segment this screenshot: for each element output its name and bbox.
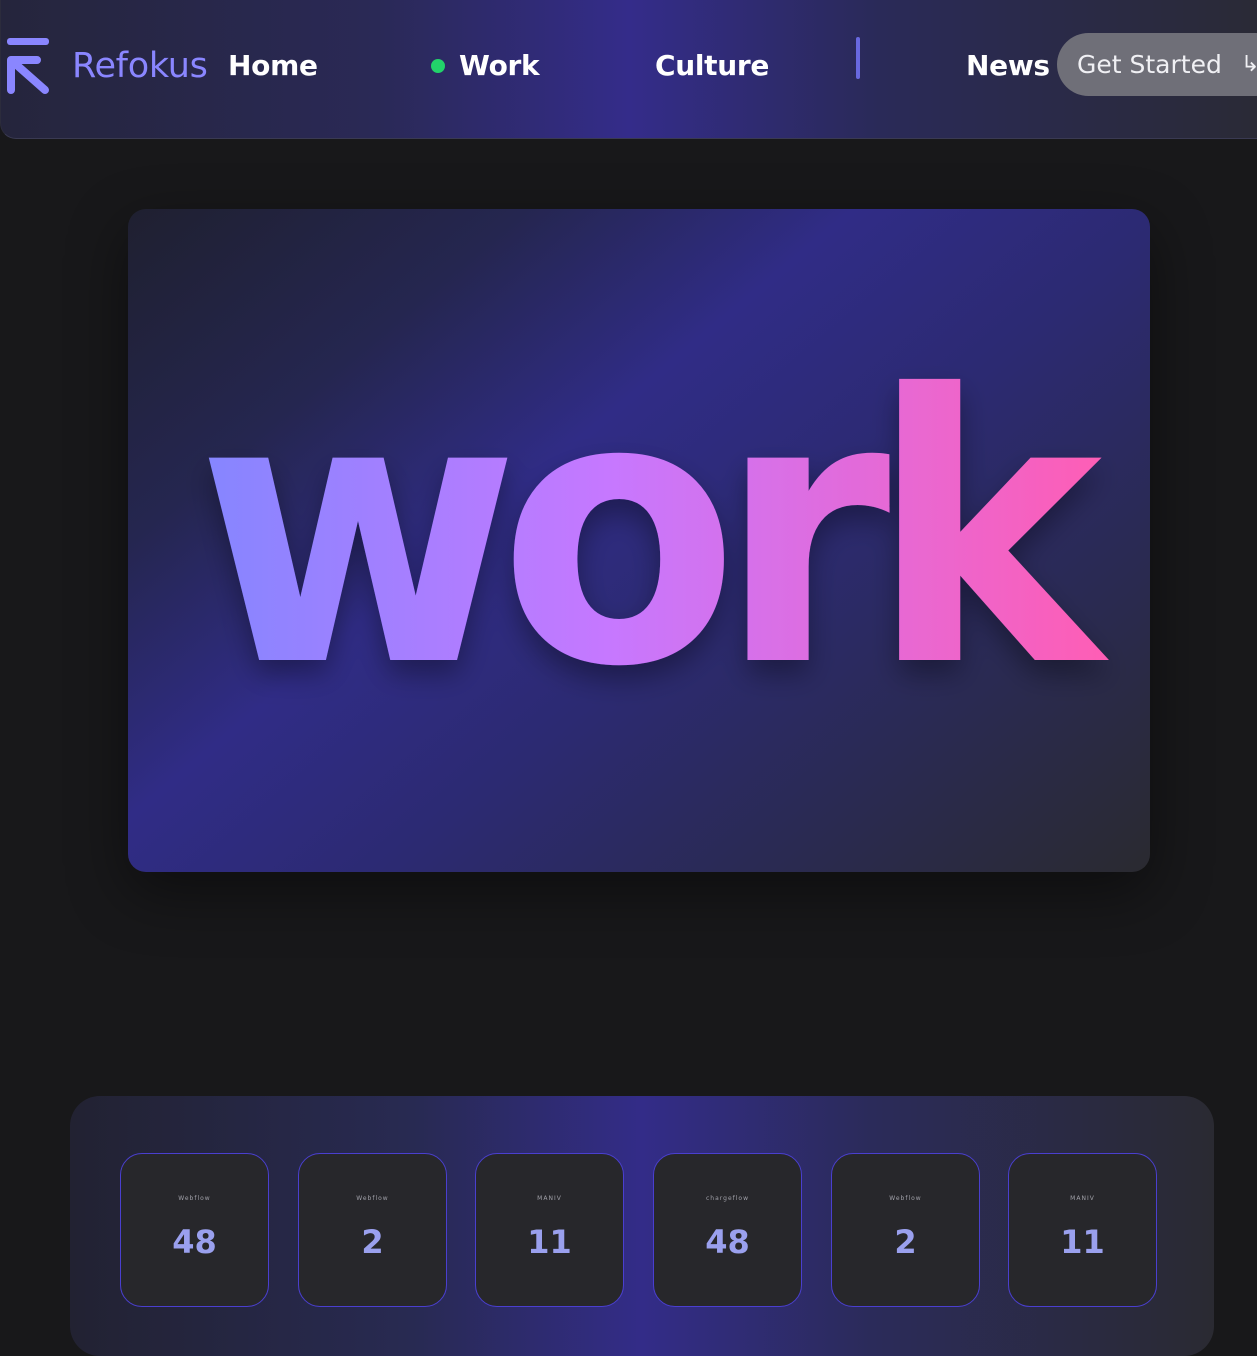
- active-indicator-dot: [431, 59, 445, 73]
- client-card[interactable]: Webflow 48: [120, 1153, 269, 1307]
- client-logo: Webflow: [356, 1195, 389, 1202]
- client-card[interactable]: chargeflow 48: [653, 1153, 802, 1307]
- hero-word-graphic: work: [197, 318, 1133, 748]
- nav-divider: [856, 37, 860, 79]
- client-count: 11: [1060, 1223, 1105, 1261]
- logo-arrow-icon[interactable]: [5, 36, 51, 94]
- top-navigation: Refokus Home Work Culture News Get Start…: [0, 0, 1257, 139]
- client-card[interactable]: Webflow 2: [831, 1153, 980, 1307]
- client-card[interactable]: MANIV 11: [1008, 1153, 1157, 1307]
- client-card[interactable]: MANIV 11: [475, 1153, 624, 1307]
- client-logo: Webflow: [889, 1195, 922, 1202]
- nav-link-home[interactable]: Home: [228, 46, 318, 86]
- client-stats-section: Webflow 48 Webflow 2 MANIV 11 chargeflow…: [70, 1096, 1214, 1356]
- hero-banner: work: [128, 209, 1150, 872]
- nav-link-news[interactable]: News: [966, 46, 1050, 86]
- client-logo: MANIV: [1070, 1195, 1095, 1202]
- arrow-icon: ↳: [1241, 52, 1257, 77]
- client-card[interactable]: Webflow 2: [298, 1153, 447, 1307]
- client-count: 2: [361, 1223, 384, 1261]
- get-started-label: Get Started: [1077, 50, 1222, 79]
- client-count: 48: [172, 1223, 217, 1261]
- client-logo: MANIV: [537, 1195, 562, 1202]
- client-logo: chargeflow: [706, 1195, 749, 1202]
- client-count: 11: [527, 1223, 572, 1261]
- brand-name[interactable]: Refokus: [72, 44, 208, 88]
- nav-link-culture[interactable]: Culture: [655, 46, 769, 86]
- get-started-button[interactable]: Get Started ↳: [1057, 33, 1257, 96]
- client-count: 48: [705, 1223, 750, 1261]
- nav-link-work[interactable]: Work: [459, 46, 540, 86]
- hero-word: work: [197, 318, 1111, 748]
- client-logo: Webflow: [178, 1195, 211, 1202]
- client-count: 2: [894, 1223, 917, 1261]
